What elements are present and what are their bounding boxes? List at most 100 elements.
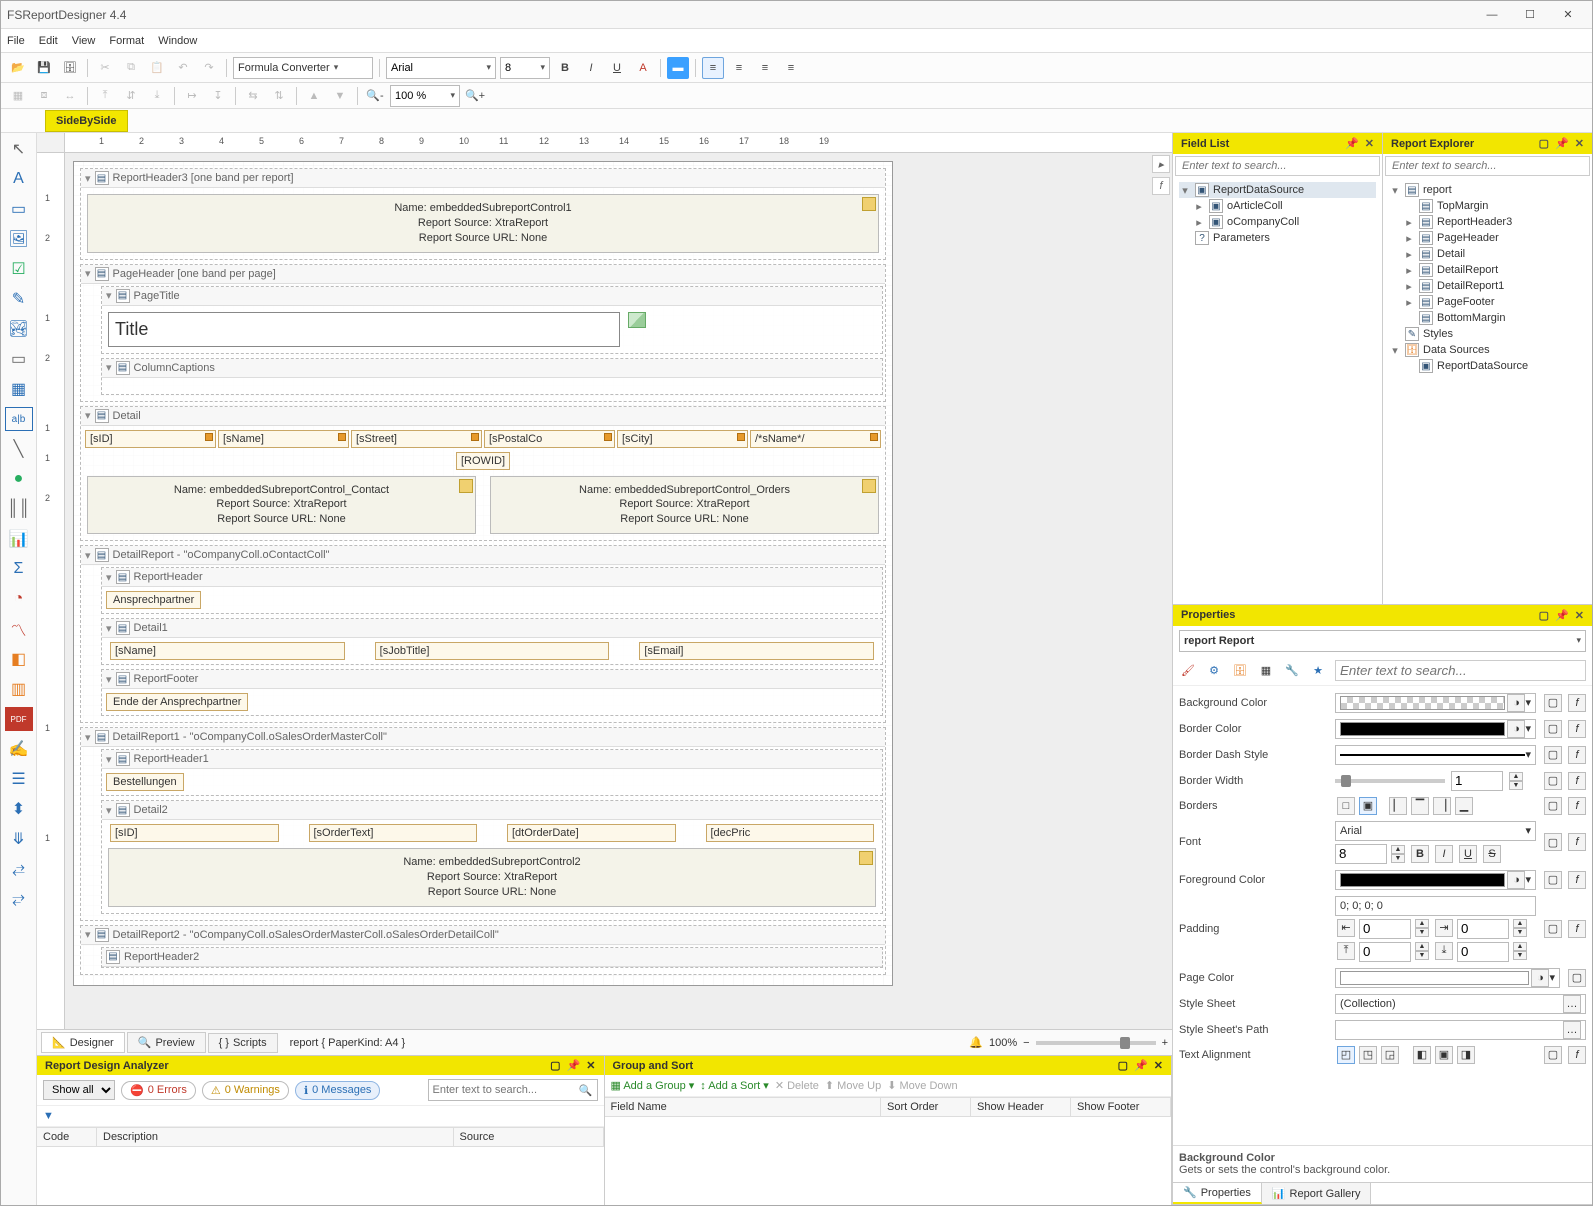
border-none-icon[interactable]: □ <box>1337 797 1355 815</box>
zoom-plus-icon[interactable]: + <box>1162 1037 1168 1049</box>
fieldlist-ocompanycoll[interactable]: ▸▣oCompanyColl <box>1179 214 1376 230</box>
border-left-icon[interactable]: ▏ <box>1389 797 1407 815</box>
tab-properties[interactable]: 🔧Properties <box>1173 1183 1262 1204</box>
pointer-icon[interactable]: ↖ <box>5 137 33 161</box>
pad-top-input[interactable] <box>1359 942 1411 962</box>
shape-tool-icon[interactable]: ● <box>5 467 33 491</box>
save-icon[interactable]: 💾 <box>33 57 55 79</box>
panel-tool-icon[interactable]: ▭ <box>5 347 33 371</box>
messages-pill[interactable]: ℹ0 Messages <box>295 1081 381 1100</box>
band-detail[interactable]: ▾▤ Detail <box>81 407 885 426</box>
order-front-icon[interactable]: ▲ <box>303 85 325 107</box>
smart-tag-icon[interactable] <box>859 851 873 865</box>
open-icon[interactable]: 📂 <box>7 57 29 79</box>
close-button[interactable]: ✕ <box>1550 4 1586 26</box>
crossband-tool-icon[interactable]: ⥄ <box>5 857 33 881</box>
align-h-icon[interactable]: ↔ <box>59 85 81 107</box>
subband-reportfooter[interactable]: ▾▤ReportFooter <box>102 670 882 689</box>
size-w-icon[interactable]: ↦ <box>181 85 203 107</box>
fx-icon[interactable]: f <box>1568 694 1586 712</box>
band-detailreport[interactable]: ▾▤ DetailReport - "oCompanyColl.oContact… <box>81 546 885 565</box>
border-all-icon[interactable]: ▣ <box>1359 797 1377 815</box>
align-mid-icon[interactable]: ⇵ <box>120 85 142 107</box>
subreport-control-1[interactable]: Name: embeddedSubreportControl1 Report S… <box>87 194 879 253</box>
subreport-orders[interactable]: Name: embeddedSubreportControl_Orders Re… <box>490 476 879 535</box>
d2-ordertext[interactable]: [sOrderText] <box>309 824 478 842</box>
prop-italic-icon[interactable]: I <box>1435 845 1453 863</box>
explorer-search-input[interactable] <box>1385 156 1590 176</box>
prop-borderwidth-input[interactable] <box>1451 771 1503 791</box>
size-h-icon[interactable]: ↧ <box>207 85 229 107</box>
prop-gear-icon[interactable]: ⚙ <box>1205 661 1223 679</box>
label-ansprechpartner[interactable]: Ansprechpartner <box>106 591 201 609</box>
d2-orderdate[interactable]: [dtOrderDate] <box>507 824 676 842</box>
prop-padding-summary[interactable]: 0; 0; 0; 0 <box>1335 896 1536 916</box>
ta-tc-icon[interactable]: ◳ <box>1359 1046 1377 1064</box>
subband-detail1[interactable]: ▾▤Detail1 <box>102 619 882 638</box>
fieldlist-parameters[interactable]: ?Parameters <box>1179 230 1376 246</box>
d2-decprice[interactable]: [decPric <box>706 824 875 842</box>
copy-icon[interactable]: ⧉ <box>120 57 142 79</box>
minimize-button[interactable]: — <box>1474 4 1510 26</box>
sigma-tool-icon[interactable]: Σ <box>5 557 33 581</box>
explorer-detailreport1[interactable]: ▸▤DetailReport1 <box>1389 278 1586 294</box>
color-picker-icon[interactable]: ◑ <box>1507 694 1525 712</box>
panel-pin-icon[interactable]: 📌 <box>567 1059 581 1072</box>
redo-icon[interactable]: ↷ <box>198 57 220 79</box>
band-pageheader[interactable]: ▾▤ PageHeader [one band per page] <box>81 265 885 284</box>
label-tool-icon[interactable]: A <box>5 167 33 191</box>
d1-email[interactable]: [sEmail] <box>639 642 874 660</box>
italic-icon[interactable]: I <box>580 57 602 79</box>
ta-mr-icon[interactable]: ◨ <box>1457 1046 1475 1064</box>
align-bot-icon[interactable]: ⤓ <box>146 85 168 107</box>
menu-file[interactable]: File <box>7 35 25 47</box>
band-reportheader3[interactable]: ▾ ▤ ReportHeader3 [one band per report] <box>81 169 885 188</box>
prop-strike-icon[interactable]: S <box>1483 845 1501 863</box>
checkbox-tool-icon[interactable]: ☑ <box>5 257 33 281</box>
explorer-styles[interactable]: ✎Styles <box>1389 326 1586 342</box>
align-top-icon[interactable]: ⤒ <box>94 85 116 107</box>
field-scity[interactable]: [sCity] <box>617 430 748 448</box>
dist-v-icon[interactable]: ⇅ <box>268 85 290 107</box>
font-color-icon[interactable]: A <box>632 57 654 79</box>
explorer-bottommargin[interactable]: ▤BottomMargin <box>1389 310 1586 326</box>
table-tool-icon[interactable]: ▦ <box>5 377 33 401</box>
band-detailreport2[interactable]: ▾▤ DetailReport2 - "oCompanyColl.oSalesO… <box>81 926 885 945</box>
gs-col-order[interactable]: Sort Order <box>881 1098 971 1116</box>
subband-reportheader1[interactable]: ▾▤ReportHeader1 <box>102 750 882 769</box>
explorer-detail[interactable]: ▸▤Detail <box>1389 246 1586 262</box>
prop-layout-icon[interactable]: ▦ <box>1257 661 1275 679</box>
label-bestellungen[interactable]: Bestellungen <box>106 773 184 791</box>
prop-stylesheet-value[interactable]: (Collection)… <box>1335 994 1586 1014</box>
pad-bottom-input[interactable] <box>1457 942 1509 962</box>
explorer-topmargin[interactable]: ▤TopMargin <box>1389 198 1586 214</box>
panel-pin-icon[interactable]: 📌 <box>1345 137 1359 150</box>
analyzer-col-source[interactable]: Source <box>454 1128 604 1146</box>
panel-pin-icon[interactable]: 📌 <box>1555 609 1569 622</box>
analyzer-search-input[interactable] <box>433 1084 575 1096</box>
paste-icon[interactable]: 📋 <box>146 57 168 79</box>
menu-edit[interactable]: Edit <box>39 35 58 47</box>
barcode-tool-icon[interactable]: ║║ <box>5 497 33 521</box>
add-sort-button[interactable]: ↕ Add a Sort ▾ <box>700 1079 769 1092</box>
prop-wrench-icon[interactable]: 🔧 <box>1283 661 1301 679</box>
zoom-input[interactable] <box>395 90 446 102</box>
fieldlist-oarticlecoll[interactable]: ▸▣oArticleColl <box>1179 198 1376 214</box>
prop-brush-icon[interactable]: 🖌 <box>1179 661 1197 679</box>
subreport-tool-icon[interactable]: ⬍ <box>5 797 33 821</box>
subreport-control-2[interactable]: Name: embeddedSubreportControl2 Report S… <box>108 848 876 907</box>
fieldlist-search-input[interactable] <box>1175 156 1380 176</box>
border-top-icon[interactable]: ▔ <box>1411 797 1429 815</box>
smart-tag-icon[interactable] <box>862 479 876 493</box>
field-sname-comment[interactable]: /*sName*/ <box>750 430 881 448</box>
subband-reportheader[interactable]: ▾▤ReportHeader <box>102 568 882 587</box>
band-detailreport1[interactable]: ▾▤ DetailReport1 - "oCompanyColl.oSalesO… <box>81 728 885 747</box>
crossband2-tool-icon[interactable]: ⥂ <box>5 887 33 911</box>
maximize-button[interactable]: ☐ <box>1512 4 1548 26</box>
prop-fg-value[interactable]: ◑▾ <box>1335 870 1536 890</box>
font-name-input[interactable] <box>391 62 482 74</box>
fieldlist-root[interactable]: ▾▣ReportDataSource <box>1179 182 1376 198</box>
subband-columncaptions[interactable]: ▾▤ ColumnCaptions <box>102 359 882 378</box>
line-tool-icon[interactable]: ╲ <box>5 437 33 461</box>
picturebox-tool-icon[interactable]: 🖼 <box>5 227 33 251</box>
